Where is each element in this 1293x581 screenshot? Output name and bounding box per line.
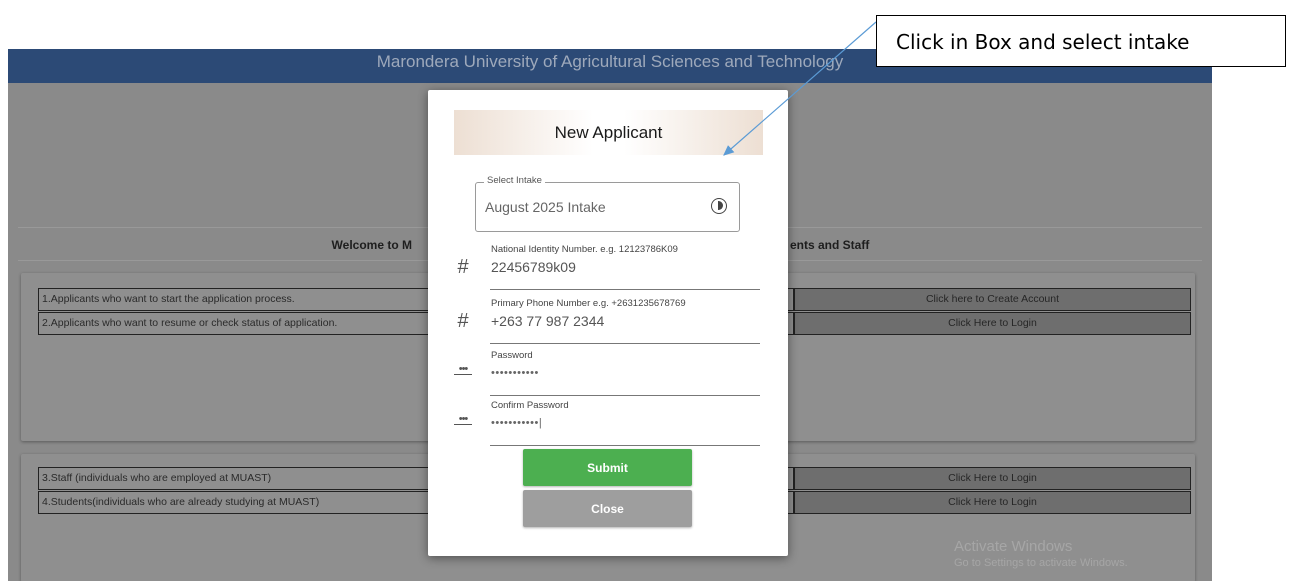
confirm-password-label: Confirm Password — [491, 400, 569, 411]
student-login-button[interactable]: Click Here to Login — [794, 491, 1191, 514]
welcome-heading-right: ents and Staff — [790, 238, 870, 252]
field-underline — [490, 445, 760, 446]
hash-icon: # — [457, 256, 469, 278]
banner-title: Marondera University of Agricultural Sci… — [376, 52, 844, 71]
new-applicant-dialog: New Applicant Select Intake August 2025 … — [428, 90, 788, 556]
national-id-field[interactable]: # National Identity Number. e.g. 1212378… — [450, 244, 760, 294]
password-field[interactable]: ••• Password ••••••••••• — [450, 350, 760, 400]
hash-icon: # — [457, 310, 469, 332]
field-underline — [490, 289, 760, 290]
password-label: Password — [491, 350, 533, 361]
staff-login-button[interactable]: Click Here to Login — [794, 467, 1191, 490]
submit-button[interactable]: Submit — [523, 449, 692, 486]
welcome-heading-left: Welcome to M — [331, 238, 412, 252]
phone-label: Primary Phone Number e.g. +2631235678769 — [491, 298, 686, 309]
dialog-title: New Applicant — [454, 110, 763, 155]
intake-select-value: August 2025 Intake — [485, 199, 606, 215]
phone-input[interactable]: +263 77 987 2344 — [491, 313, 604, 329]
national-id-label: National Identity Number. e.g. 12123786K… — [491, 244, 678, 255]
applicant-login-button[interactable]: Click Here to Login — [794, 312, 1191, 335]
close-button[interactable]: Close — [523, 490, 692, 527]
instruction-callout: Click in Box and select intake — [876, 15, 1286, 67]
password-dots-icon: ••• — [454, 414, 472, 425]
confirm-password-input[interactable]: •••••••••••| — [491, 417, 542, 429]
callout-text: Click in Box and select intake — [896, 30, 1190, 54]
intake-select[interactable]: Select Intake August 2025 Intake — [475, 175, 740, 232]
create-account-button[interactable]: Click here to Create Account — [794, 288, 1191, 311]
phone-field[interactable]: # Primary Phone Number e.g. +26312356787… — [450, 298, 760, 348]
clock-icon — [711, 198, 727, 214]
national-id-input[interactable]: 22456789k09 — [491, 259, 576, 275]
watermark-title: Activate Windows — [954, 538, 1073, 555]
password-input[interactable]: ••••••••••• — [491, 367, 539, 379]
password-dots-icon: ••• — [454, 364, 472, 375]
field-underline — [490, 395, 760, 396]
activate-windows-watermark: Activate Windows Go to Settings to activ… — [954, 538, 1128, 569]
intake-select-label: Select Intake — [484, 175, 545, 186]
watermark-subtitle: Go to Settings to activate Windows. — [954, 557, 1128, 569]
field-underline — [490, 343, 760, 344]
confirm-password-field[interactable]: ••• Confirm Password •••••••••••| — [450, 400, 760, 450]
